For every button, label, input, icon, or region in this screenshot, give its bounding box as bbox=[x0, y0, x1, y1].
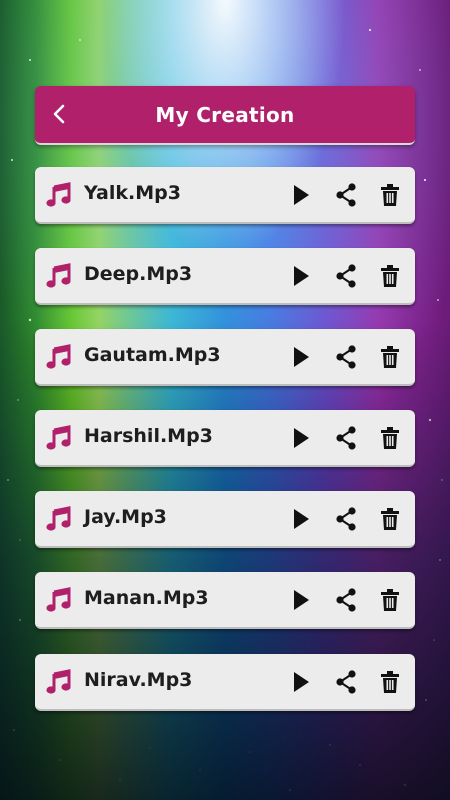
play-icon bbox=[294, 428, 309, 448]
share-button[interactable] bbox=[332, 424, 360, 452]
share-icon bbox=[336, 345, 356, 369]
music-note-icon bbox=[46, 263, 71, 288]
share-button[interactable] bbox=[332, 505, 360, 533]
play-button[interactable] bbox=[287, 424, 315, 452]
file-name: Harshil.Mp3 bbox=[84, 425, 213, 447]
play-button[interactable] bbox=[287, 505, 315, 533]
trash-icon bbox=[381, 671, 399, 693]
play-icon bbox=[294, 509, 309, 529]
delete-button[interactable] bbox=[376, 424, 404, 452]
play-button[interactable] bbox=[287, 668, 315, 696]
play-button[interactable] bbox=[287, 343, 315, 371]
music-note-icon bbox=[46, 506, 71, 531]
share-icon bbox=[336, 264, 356, 288]
delete-button[interactable] bbox=[376, 586, 404, 614]
file-name: Gautam.Mp3 bbox=[84, 344, 221, 366]
trash-icon bbox=[381, 265, 399, 287]
trash-icon bbox=[381, 589, 399, 611]
play-icon bbox=[294, 590, 309, 610]
trash-icon bbox=[381, 427, 399, 449]
share-icon bbox=[336, 507, 356, 531]
music-note-icon bbox=[46, 587, 71, 612]
list-item[interactable]: Jay.Mp3 bbox=[35, 491, 415, 548]
trash-icon bbox=[381, 508, 399, 530]
list-item[interactable]: Yalk.Mp3 bbox=[35, 167, 415, 224]
play-button[interactable] bbox=[287, 586, 315, 614]
delete-button[interactable] bbox=[376, 262, 404, 290]
play-icon bbox=[294, 672, 309, 692]
list-item[interactable]: Nirav.Mp3 bbox=[35, 654, 415, 711]
delete-button[interactable] bbox=[376, 668, 404, 696]
music-note-icon bbox=[46, 425, 71, 450]
share-button[interactable] bbox=[332, 181, 360, 209]
music-note-icon bbox=[46, 669, 71, 694]
delete-button[interactable] bbox=[376, 343, 404, 371]
list-item[interactable]: Deep.Mp3 bbox=[35, 248, 415, 305]
share-icon bbox=[336, 670, 356, 694]
back-button[interactable] bbox=[45, 100, 73, 128]
chevron-left-icon bbox=[53, 104, 65, 124]
play-icon bbox=[294, 266, 309, 286]
share-button[interactable] bbox=[332, 668, 360, 696]
share-icon bbox=[336, 426, 356, 450]
file-name: Yalk.Mp3 bbox=[84, 182, 181, 204]
list-item[interactable]: Manan.Mp3 bbox=[35, 572, 415, 629]
share-button[interactable] bbox=[332, 586, 360, 614]
list-item[interactable]: Gautam.Mp3 bbox=[35, 329, 415, 386]
share-icon bbox=[336, 183, 356, 207]
delete-button[interactable] bbox=[376, 181, 404, 209]
play-button[interactable] bbox=[287, 262, 315, 290]
play-icon bbox=[294, 347, 309, 367]
trash-icon bbox=[381, 184, 399, 206]
share-icon bbox=[336, 588, 356, 612]
file-name: Manan.Mp3 bbox=[84, 587, 209, 609]
share-button[interactable] bbox=[332, 343, 360, 371]
music-note-icon bbox=[46, 344, 71, 369]
music-note-icon bbox=[46, 182, 71, 207]
app-header: My Creation bbox=[35, 86, 415, 145]
page-title: My Creation bbox=[155, 102, 295, 127]
file-name: Nirav.Mp3 bbox=[84, 669, 193, 691]
file-name: Jay.Mp3 bbox=[84, 506, 167, 528]
file-name: Deep.Mp3 bbox=[84, 263, 193, 285]
list-item[interactable]: Harshil.Mp3 bbox=[35, 410, 415, 467]
play-button[interactable] bbox=[287, 181, 315, 209]
trash-icon bbox=[381, 346, 399, 368]
share-button[interactable] bbox=[332, 262, 360, 290]
play-icon bbox=[294, 185, 309, 205]
delete-button[interactable] bbox=[376, 505, 404, 533]
